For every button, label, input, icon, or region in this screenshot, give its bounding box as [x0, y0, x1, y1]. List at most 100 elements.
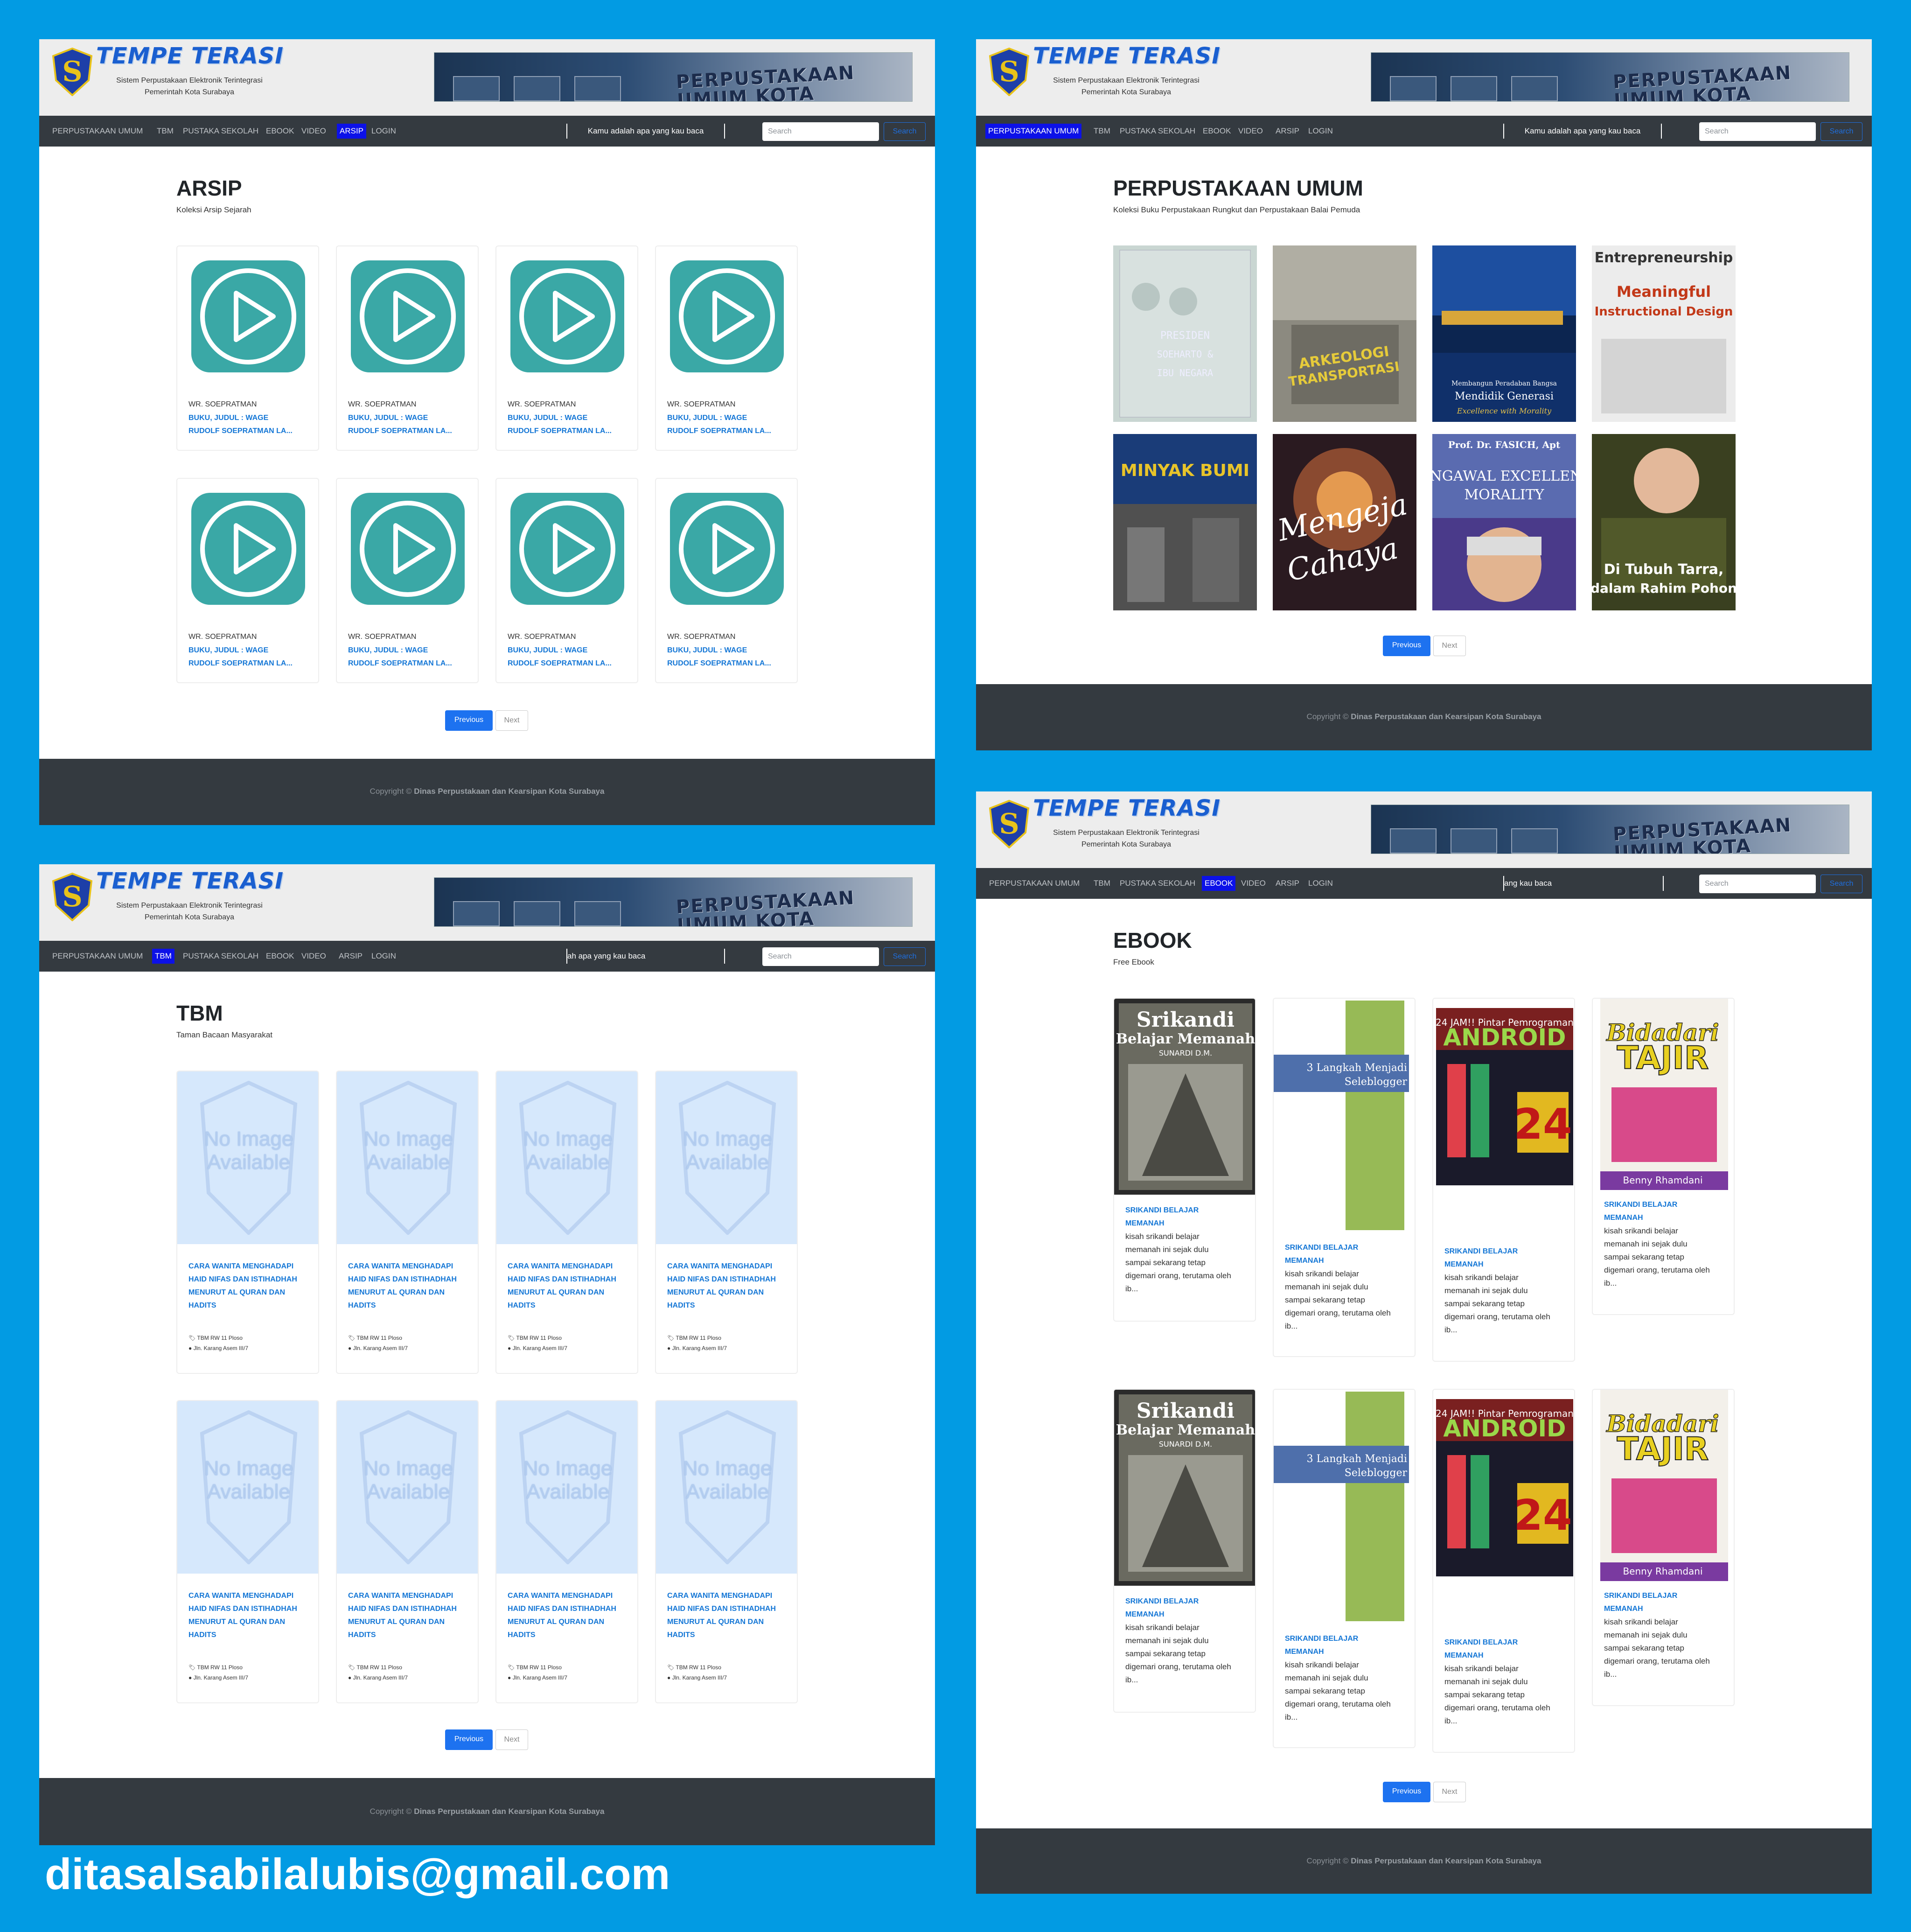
nav-pustaka-sekolah[interactable]: PUSTAKA SEKOLAH [1117, 876, 1198, 891]
play-icon[interactable] [670, 493, 784, 605]
nav-video[interactable]: VIDEO [299, 124, 329, 139]
ebook-card[interactable]: 24 JAM!! Pintar Pemrograman ANDROID 24 SRI… [1432, 1389, 1575, 1753]
card-title[interactable]: BUKU, JUDUL : WAGE RUDOLF SOEPRATMAN LA..… [508, 644, 630, 670]
play-icon[interactable] [510, 260, 624, 372]
card-title[interactable]: SRIKANDI BELAJAR MEMANAH [1604, 1198, 1726, 1225]
previous-button[interactable]: Previous [1383, 1782, 1430, 1802]
nav-perpustakaan-umum[interactable]: PERPUSTAKAAN UMUM [49, 949, 146, 964]
nav-arsip[interactable]: ARSIP [1273, 124, 1302, 139]
nav-arsip[interactable]: ARSIP [336, 949, 365, 964]
card-title[interactable]: CARA WANITA MENGHADAPI HAID NIFAS DAN IS… [348, 1589, 470, 1642]
next-button[interactable]: Next [1433, 1782, 1466, 1802]
brand-title[interactable]: TEMPE TERASI [96, 868, 284, 894]
tbm-card[interactable]: No Image Available CARA WANITA MENGHADAPI… [655, 1400, 798, 1703]
card-title[interactable]: BUKU, JUDUL : WAGE RUDOLF SOEPRATMAN LA..… [348, 412, 470, 438]
card-title[interactable]: CARA WANITA MENGHADAPI HAID NIFAS DAN IS… [188, 1589, 311, 1642]
brand-title[interactable]: TEMPE TERASI [1033, 43, 1221, 69]
card-title[interactable]: SRIKANDI BELAJAR MEMANAH [1285, 1632, 1407, 1659]
book-cover[interactable]: Entrepreneurship Meaningful Instructional … [1592, 245, 1736, 422]
nav-perpustakaan-umum[interactable]: PERPUSTAKAAN UMUM [985, 124, 1082, 139]
card-title[interactable]: CARA WANITA MENGHADAPI HAID NIFAS DAN IS… [667, 1589, 789, 1642]
tbm-card[interactable]: No Image Available CARA WANITA MENGHADAPI… [336, 1400, 479, 1703]
card-title[interactable]: SRIKANDI BELAJAR MEMANAH [1285, 1241, 1407, 1267]
nav-tbm[interactable]: TBM [154, 124, 176, 139]
nav-login[interactable]: LOGIN [1305, 876, 1336, 891]
tbm-card[interactable]: No Image Available CARA WANITA MENGHADAPI… [495, 1071, 638, 1374]
card-title[interactable]: CARA WANITA MENGHADAPI HAID NIFAS DAN IS… [508, 1589, 630, 1642]
ebook-card[interactable]: Bidadari TAJIR Benny Rhamdani SRIKANDI BEL… [1592, 998, 1735, 1315]
search-button[interactable]: Search [1820, 875, 1862, 893]
previous-button[interactable]: Previous [1383, 636, 1430, 656]
ebook-card[interactable]: Srikandi Belajar Memanah SUNARDI D.M. SRIK… [1113, 998, 1256, 1322]
arsip-card[interactable]: WR. SOEPRATMAN BUKU, JUDUL : WAGE RUDOLF S… [495, 245, 638, 451]
book-cover[interactable]: Di Tubuh Tarra, dalam Rahim Pohon [1592, 434, 1736, 610]
nav-arsip[interactable]: ARSIP [1273, 876, 1302, 891]
search-button[interactable]: Search [884, 947, 926, 966]
play-icon[interactable] [191, 260, 305, 372]
book-cover[interactable]: ARKEOLOGITRANSPORTASI [1273, 245, 1416, 422]
tbm-card[interactable]: No Image Available CARA WANITA MENGHADAPI… [655, 1071, 798, 1374]
ebook-card[interactable]: Srikandi Belajar Memanah SUNARDI D.M. SRIK… [1113, 1389, 1256, 1713]
arsip-card[interactable]: WR. SOEPRATMAN BUKU, JUDUL : WAGE RUDOLF S… [176, 478, 319, 683]
play-icon[interactable] [351, 260, 465, 372]
nav-ebook[interactable]: EBOOK [1202, 876, 1236, 891]
card-title[interactable]: BUKU, JUDUL : WAGE RUDOLF SOEPRATMAN LA..… [667, 412, 789, 438]
tbm-card[interactable]: No Image Available CARA WANITA MENGHADAPI… [176, 1400, 319, 1703]
nav-login[interactable]: LOGIN [369, 949, 399, 964]
tbm-card[interactable]: No Image Available CARA WANITA MENGHADAPI… [495, 1400, 638, 1703]
search-button[interactable]: Search [884, 122, 926, 141]
brand-title[interactable]: TEMPE TERASI [96, 43, 284, 69]
nav-tbm[interactable]: TBM [152, 949, 174, 964]
card-title[interactable]: CARA WANITA MENGHADAPI HAID NIFAS DAN IS… [188, 1260, 311, 1312]
nav-ebook[interactable]: EBOOK [263, 949, 297, 964]
arsip-card[interactable]: WR. SOEPRATMAN BUKU, JUDUL : WAGE RUDOLF S… [176, 245, 319, 451]
ebook-card[interactable]: 3 Langkah Menjadi Seleblogger SRIKANDI BE… [1273, 1389, 1416, 1748]
tbm-card[interactable]: No Image Available CARA WANITA MENGHADAPI… [176, 1071, 319, 1374]
card-title[interactable]: SRIKANDI BELAJAR MEMANAH [1444, 1245, 1567, 1271]
card-title[interactable]: SRIKANDI BELAJAR MEMANAH [1125, 1204, 1248, 1230]
nav-video[interactable]: VIDEO [1235, 124, 1266, 139]
book-cover[interactable]: PRESIDEN SOEHARTO & IBU NEGARA [1113, 245, 1257, 422]
book-cover[interactable]: MINYAK BUMI [1113, 434, 1257, 610]
nav-arsip[interactable]: ARSIP [337, 124, 367, 139]
previous-button[interactable]: Previous [445, 1729, 493, 1750]
play-icon[interactable] [670, 260, 784, 372]
search-input[interactable]: Search [1699, 875, 1816, 893]
previous-button[interactable]: Previous [445, 710, 493, 731]
nav-video[interactable]: VIDEO [1238, 876, 1269, 891]
ebook-card[interactable]: Bidadari TAJIR Benny Rhamdani SRIKANDI BEL… [1592, 1389, 1735, 1706]
card-title[interactable]: SRIKANDI BELAJAR MEMANAH [1444, 1636, 1567, 1662]
card-title[interactable]: CARA WANITA MENGHADAPI HAID NIFAS DAN IS… [667, 1260, 789, 1312]
play-icon[interactable] [191, 493, 305, 605]
nav-login[interactable]: LOGIN [1305, 124, 1336, 139]
book-cover[interactable]: Membangun Peradaban Bangsa Mendidik Gener… [1432, 245, 1576, 422]
search-button[interactable]: Search [1820, 122, 1862, 141]
search-input[interactable]: Search [1699, 122, 1816, 141]
next-button[interactable]: Next [495, 710, 528, 731]
nav-pustaka-sekolah[interactable]: PUSTAKA SEKOLAH [1117, 124, 1198, 139]
card-title[interactable]: SRIKANDI BELAJAR MEMANAH [1125, 1595, 1248, 1621]
ebook-card[interactable]: 24 JAM!! Pintar Pemrograman ANDROID 24 SRI… [1432, 998, 1575, 1362]
next-button[interactable]: Next [495, 1729, 528, 1750]
nav-tbm[interactable]: TBM [1091, 124, 1113, 139]
brand-title[interactable]: TEMPE TERASI [1033, 795, 1221, 821]
arsip-card[interactable]: WR. SOEPRATMAN BUKU, JUDUL : WAGE RUDOLF S… [336, 245, 479, 451]
nav-perpustakaan-umum[interactable]: PERPUSTAKAAN UMUM [49, 124, 146, 139]
arsip-card[interactable]: WR. SOEPRATMAN BUKU, JUDUL : WAGE RUDOLF S… [655, 478, 798, 683]
arsip-card[interactable]: WR. SOEPRATMAN BUKU, JUDUL : WAGE RUDOLF S… [336, 478, 479, 683]
search-input[interactable]: Search [762, 947, 879, 966]
card-title[interactable]: BUKU, JUDUL : WAGE RUDOLF SOEPRATMAN LA..… [348, 644, 470, 670]
card-title[interactable]: BUKU, JUDUL : WAGE RUDOLF SOEPRATMAN LA..… [188, 412, 311, 438]
book-cover[interactable]: Prof. Dr. FASICH, Apt MENGAWAL EXCELLENCE… [1432, 434, 1576, 610]
search-input[interactable]: Search [762, 122, 879, 141]
play-icon[interactable] [351, 493, 465, 605]
card-title[interactable]: BUKU, JUDUL : WAGE RUDOLF SOEPRATMAN LA..… [508, 412, 630, 438]
book-cover[interactable]: MengejaCahaya [1273, 434, 1416, 610]
card-title[interactable]: BUKU, JUDUL : WAGE RUDOLF SOEPRATMAN LA..… [188, 644, 311, 670]
nav-pustaka-sekolah[interactable]: PUSTAKA SEKOLAH [180, 124, 261, 139]
card-title[interactable]: CARA WANITA MENGHADAPI HAID NIFAS DAN IS… [348, 1260, 470, 1312]
card-title[interactable]: CARA WANITA MENGHADAPI HAID NIFAS DAN IS… [508, 1260, 630, 1312]
nav-video[interactable]: VIDEO [299, 949, 329, 964]
next-button[interactable]: Next [1433, 636, 1466, 656]
nav-ebook[interactable]: EBOOK [1200, 124, 1234, 139]
